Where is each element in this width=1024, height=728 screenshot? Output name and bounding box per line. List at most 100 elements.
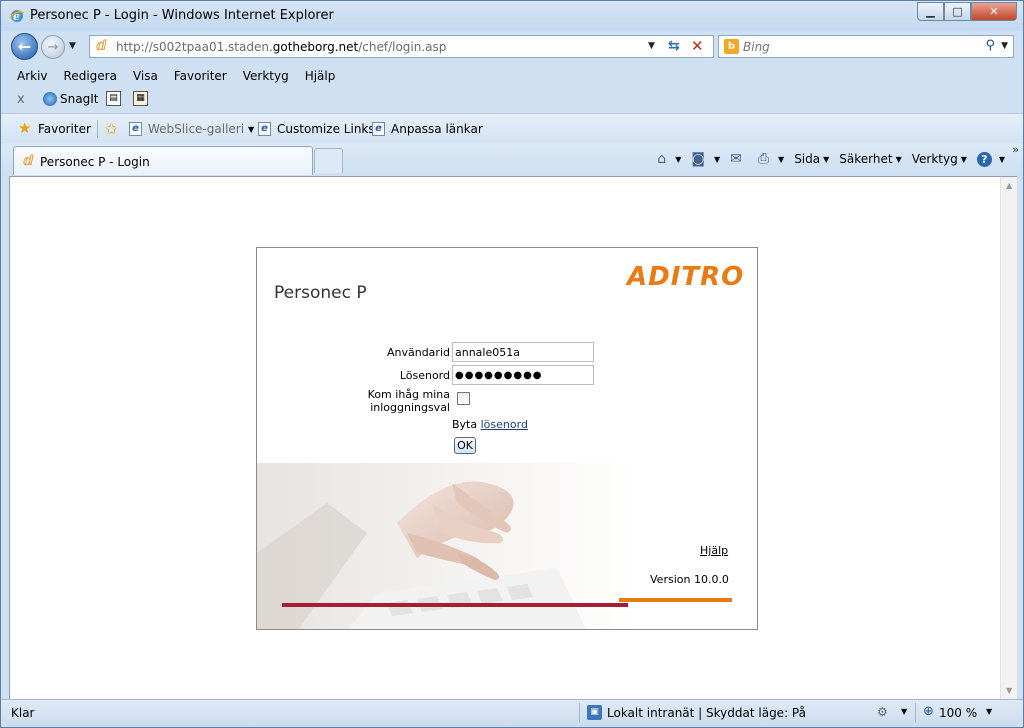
favlink-webslice-galleri[interactable]: e WebSlice-galleri ▼ — [129, 122, 254, 136]
minimize-button[interactable]: ▁ — [917, 2, 944, 21]
search-icon[interactable]: ⚲ — [985, 38, 995, 53]
status-bar: Klar ▣ Lokalt intranät | Skyddat läge: P… — [1, 699, 1023, 727]
menu-arkiv[interactable]: Arkiv — [9, 66, 56, 88]
password-field[interactable]: ●●●●●●●●● — [452, 365, 594, 385]
tab-row: ⅆ Personec P - Login ⌂ ▼ ◙ ▼ ✉ ⎙ ▼ Sida ▼ Sä… — [1, 143, 1023, 175]
snagit-capture-icon[interactable]: ▤ — [106, 91, 121, 106]
username-field[interactable] — [452, 342, 594, 362]
tools-menu-button[interactable]: Verktyg ▼ — [912, 152, 967, 166]
menu-favoriter[interactable]: Favoriter — [166, 66, 235, 88]
mail-button[interactable]: ✉ — [730, 151, 748, 167]
feeds-button[interactable]: ◙ ▼ — [691, 151, 720, 167]
search-input[interactable] — [743, 38, 973, 55]
help-icon: ? — [976, 151, 992, 167]
safety-menu-button[interactable]: Säkerhet ▼ — [839, 152, 901, 166]
recent-pages-dropdown[interactable]: ▼ — [69, 41, 76, 51]
tab-personec-login[interactable]: ⅆ Personec P - Login — [13, 146, 313, 175]
menu-verktyg[interactable]: Verktyg — [235, 66, 297, 88]
chevron-down-icon: ▼ — [778, 154, 785, 164]
snagit-button[interactable]: SnagIt — [60, 92, 98, 106]
change-password-link[interactable]: lösenord — [481, 418, 528, 431]
forward-button[interactable]: → — [41, 35, 65, 59]
close-button[interactable]: ✕ — [971, 2, 1017, 21]
command-bar: ⌂ ▼ ◙ ▼ ✉ ⎙ ▼ Sida ▼ Säkerhet ▼ Verktyg ▼ ? ▼ — [647, 149, 1005, 169]
home-icon: ⌂ — [657, 151, 667, 167]
chevron-down-icon: ▼ — [675, 154, 682, 164]
more-commands-chevron-icon[interactable]: » — [1012, 143, 1019, 156]
search-options-dropdown-icon[interactable]: ▼ — [1001, 41, 1008, 51]
browser-window: e Personec P - Login - Windows Internet … — [0, 0, 1024, 728]
brand-orange-stripe — [619, 598, 732, 602]
home-button[interactable]: ⌂ ▼ — [657, 151, 681, 167]
chevron-down-icon[interactable]: ▼ — [901, 707, 907, 716]
tab-label: Personec P - Login — [40, 155, 150, 169]
menu-redigera[interactable]: Redigera — [56, 66, 125, 88]
password-label: Lösenord — [399, 369, 450, 382]
chevron-down-icon: ▼ — [998, 154, 1005, 164]
scroll-up-icon[interactable]: ▲ — [1006, 181, 1012, 190]
site-favicon-icon: ⅆ — [23, 153, 34, 169]
divider — [97, 120, 98, 138]
remember-checkbox[interactable] — [457, 392, 470, 405]
vertical-scrollbar[interactable]: ▲ ▼ — [1000, 177, 1017, 699]
navigation-bar: ← → ▼ ⅆ http://s002tpaa01.staden.gothebo… — [1, 31, 1023, 63]
menu-visa[interactable]: Visa — [125, 66, 166, 88]
add-to-favorites-bar-icon[interactable]: ✩ — [105, 120, 118, 138]
maximize-button[interactable]: □ — [944, 2, 971, 21]
version-text: Version 10.0.0 — [650, 573, 729, 586]
ok-button[interactable]: OK — [454, 437, 476, 454]
menu-hjalp[interactable]: Hjälp — [297, 66, 344, 88]
new-tab-button[interactable] — [314, 148, 343, 173]
favorites-button[interactable]: Favoriter — [38, 122, 91, 136]
intranet-zone-icon: ▣ — [587, 705, 602, 720]
search-box: b ⚲ ▼ — [718, 35, 1014, 58]
close-toolbar-icon[interactable]: x — [17, 92, 25, 107]
chevron-down-icon: ▼ — [713, 154, 721, 164]
snagit-icon — [43, 92, 57, 106]
bing-logo-icon: b — [724, 39, 739, 54]
back-button[interactable]: ← — [11, 33, 38, 60]
chevron-down-icon[interactable]: ▼ — [986, 707, 992, 716]
arrow-right-icon: → — [47, 39, 59, 55]
window-controls: ▁ □ ✕ — [917, 2, 1017, 22]
username-label: Användarid — [386, 346, 450, 359]
app-title: Personec P — [274, 283, 367, 303]
zoom-icon[interactable]: ⊕ — [923, 704, 934, 719]
login-panel: Personec P ADITRO Användarid Lösenord ●●… — [256, 247, 758, 630]
title-bar[interactable]: e Personec P - Login - Windows Internet … — [1, 1, 1023, 31]
window-title: Personec P - Login - Windows Internet Ex… — [30, 8, 334, 23]
snagit-catalog-icon[interactable]: ▦ — [133, 91, 148, 106]
address-bar[interactable]: ⅆ http://s002tpaa01.staden.gotheborg.net… — [89, 35, 714, 58]
rss-icon: ◙ — [691, 151, 705, 167]
ie-page-icon: e — [258, 122, 271, 136]
help-link[interactable]: Hjälp — [700, 544, 728, 557]
divider — [915, 703, 916, 723]
scroll-down-icon[interactable]: ▼ — [1006, 686, 1012, 695]
chevron-down-icon: ▼ — [823, 154, 830, 164]
brand-red-stripe — [282, 603, 628, 607]
zoom-level[interactable]: 100 % — [939, 706, 977, 720]
protected-mode-icon[interactable]: ⚙ — [877, 705, 888, 719]
internet-explorer-icon: e — [9, 10, 25, 23]
divider — [579, 703, 580, 723]
status-text: Klar — [11, 706, 35, 720]
favorites-star-icon: ★ — [18, 119, 32, 137]
help-menu-button[interactable]: ? ▼ — [976, 151, 1005, 167]
security-zone-text[interactable]: Lokalt intranät | Skyddat läge: På — [607, 706, 806, 720]
favlink-customize-links[interactable]: e Customize Links — [258, 122, 375, 136]
address-url[interactable]: http://s002tpaa01.staden.gotheborg.net/c… — [116, 40, 446, 54]
arrow-left-icon: ← — [17, 37, 32, 56]
change-password-row: Byta lösenord — [452, 418, 528, 431]
refresh-icon[interactable]: ⇆ — [668, 38, 680, 54]
favlink-anpassa-lankar[interactable]: e Anpassa länkar — [372, 122, 483, 136]
printer-icon: ⎙ — [757, 151, 770, 167]
mail-icon: ✉ — [730, 151, 742, 167]
address-dropdown-icon[interactable]: ▼ — [648, 41, 655, 51]
print-button[interactable]: ⎙ ▼ — [758, 151, 784, 167]
aditro-logo: ADITRO — [627, 262, 745, 292]
favorites-bar: ★ Favoriter ✩ e WebSlice-galleri ▼ e Custom… — [1, 113, 1023, 143]
page-menu-button[interactable]: Sida ▼ — [794, 152, 829, 166]
menu-bar: Arkiv Redigera Visa Favoriter Verktyg Hj… — [9, 66, 343, 88]
stop-icon[interactable]: ✕ — [691, 37, 704, 55]
chevron-down-icon: ▼ — [248, 124, 255, 134]
